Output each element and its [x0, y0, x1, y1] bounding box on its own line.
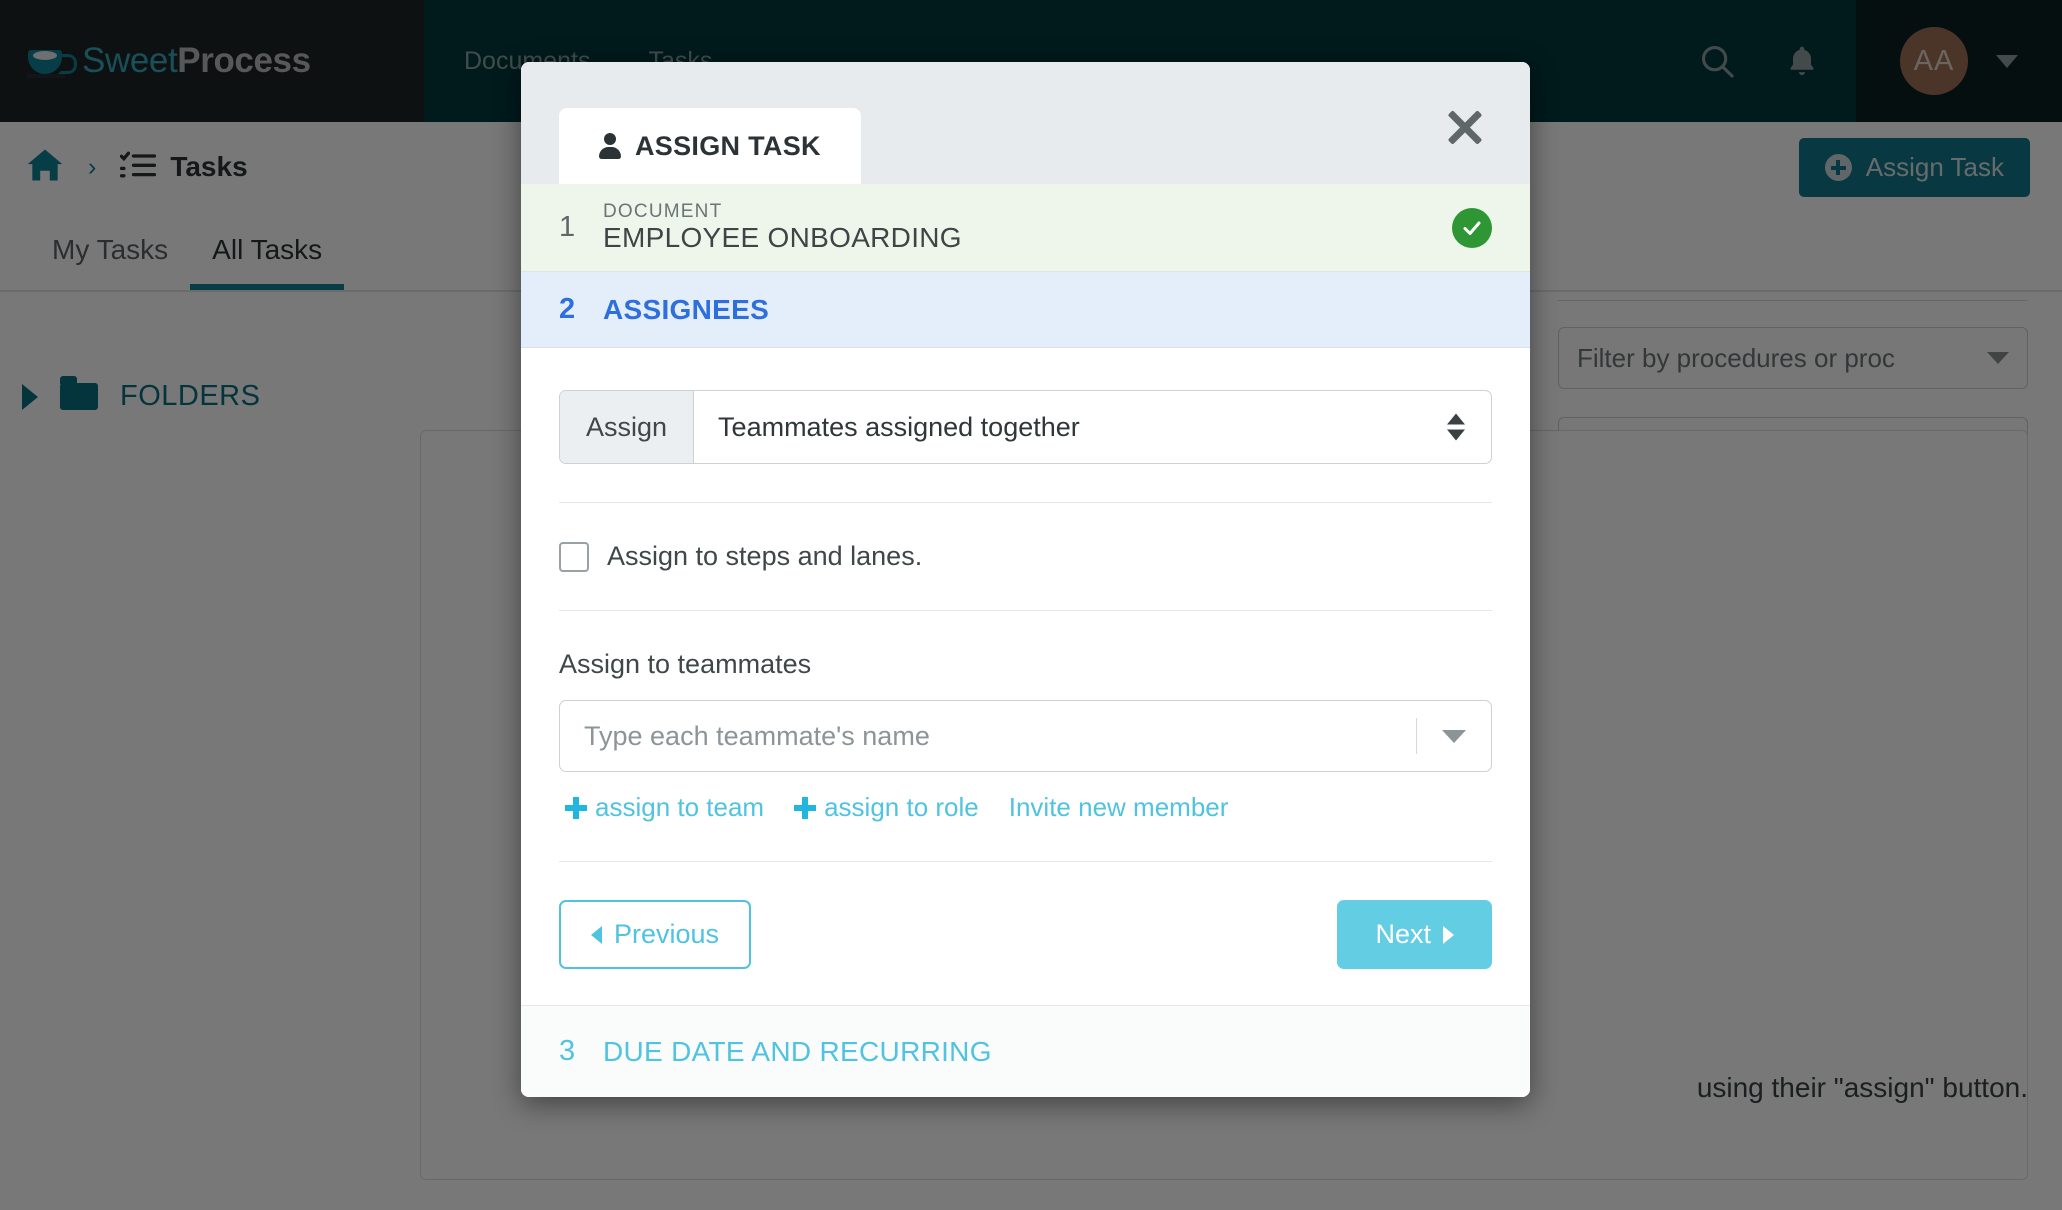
assign-to-role-label: assign to role — [824, 792, 979, 822]
plus-icon — [565, 796, 587, 819]
divider — [559, 502, 1492, 503]
assign-task-modal: ASSIGN TASK 1 DOCUMENT EMPLOYEE ONBOARDI… — [521, 62, 1530, 1097]
up-down-arrows-icon[interactable] — [1447, 413, 1465, 441]
chevron-left-icon — [591, 925, 602, 944]
modal-step-buttons: Previous Next — [559, 900, 1492, 1005]
step-3-number: 3 — [559, 1035, 576, 1067]
modal-header: ASSIGN TASK — [521, 62, 1530, 184]
app-root: SweetProcess Documents Tasks — [0, 0, 2062, 1210]
divider — [559, 861, 1492, 862]
assign-to-team-label: assign to team — [595, 792, 765, 822]
next-button-label: Next — [1375, 919, 1431, 949]
modal-step-1-document[interactable]: 1 DOCUMENT EMPLOYEE ONBOARDING — [521, 184, 1530, 272]
modal-tab-label: ASSIGN TASK — [635, 130, 821, 161]
check-circle-icon — [1452, 207, 1492, 248]
teammate-quick-links: assign to team assign to role Invite new… — [559, 792, 1492, 823]
modal-body: 1 DOCUMENT EMPLOYEE ONBOARDING 2 ASSIGNE… — [521, 184, 1530, 1097]
modal-step-2-assignees[interactable]: 2 ASSIGNEES — [521, 272, 1530, 348]
assign-to-role-link[interactable]: assign to role — [794, 792, 979, 823]
assign-steps-lanes-row[interactable]: Assign to steps and lanes. — [559, 541, 1492, 572]
assign-teammates-label: Assign to teammates — [559, 649, 812, 679]
modal-step-3-due-date[interactable]: 3 DUE DATE AND RECURRING — [521, 1005, 1530, 1097]
teammates-input[interactable]: Type each teammate's name — [559, 700, 1492, 772]
invite-new-member-link[interactable]: Invite new member — [1009, 792, 1229, 823]
close-icon[interactable] — [1442, 104, 1488, 150]
plus-icon — [794, 796, 817, 819]
step-1-kicker: DOCUMENT — [603, 201, 723, 223]
assignees-step-content: Assign Teammates assigned together Assig… — [521, 348, 1530, 1005]
person-icon — [599, 133, 621, 159]
next-button[interactable]: Next — [1337, 900, 1492, 969]
chevron-down-icon[interactable] — [1417, 729, 1491, 743]
previous-button-label: Previous — [614, 919, 720, 949]
assign-mode-selected-value: Teammates assigned together — [718, 411, 1080, 442]
teammates-input-placeholder: Type each teammate's name — [584, 720, 930, 751]
assign-mode-select[interactable]: Teammates assigned together — [694, 391, 1491, 463]
assign-mode-group: Assign Teammates assigned together — [559, 390, 1492, 464]
step-3-title: DUE DATE AND RECURRING — [603, 1035, 992, 1067]
step-2-title: ASSIGNEES — [603, 293, 770, 325]
step-2-number: 2 — [559, 293, 576, 325]
divider — [559, 610, 1492, 611]
assign-steps-lanes-checkbox[interactable] — [559, 541, 589, 572]
assign-steps-lanes-label: Assign to steps and lanes. — [607, 541, 923, 571]
chevron-right-icon — [1443, 925, 1454, 944]
modal-tab-assign-task[interactable]: ASSIGN TASK — [559, 108, 861, 184]
assign-to-team-link[interactable]: assign to team — [565, 792, 764, 823]
step-1-title: EMPLOYEE ONBOARDING — [603, 222, 962, 254]
assign-label: Assign — [560, 391, 695, 463]
step-1-number: 1 — [559, 211, 576, 243]
previous-button[interactable]: Previous — [559, 900, 752, 969]
